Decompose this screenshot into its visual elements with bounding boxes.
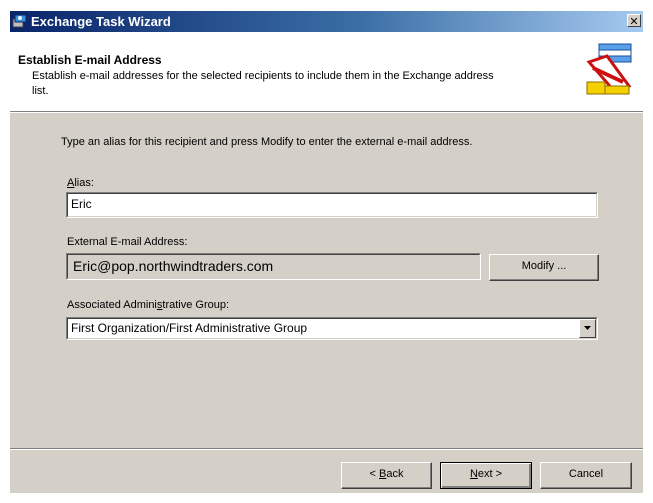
cancel-button[interactable]: Cancel: [540, 462, 632, 489]
wizard-email-icon: [586, 43, 632, 95]
admin-group-selected[interactable]: First Organization/First Administrative …: [67, 318, 597, 339]
exchange-app-icon: [12, 14, 27, 28]
external-email-label: External E-mail Address:: [67, 236, 188, 248]
page-description: Establish e-mail addresses for the selec…: [32, 70, 494, 97]
footer-divider-highlight: [10, 449, 643, 450]
wizard-window: Exchange Task Wizard ✕ Establish E-mail …: [10, 11, 643, 493]
close-button[interactable]: ✕: [627, 14, 641, 28]
alias-input[interactable]: Eric: [66, 192, 598, 218]
chevron-down-icon: [584, 326, 591, 330]
admin-group-dropdown-button[interactable]: [579, 319, 596, 338]
modify-button[interactable]: Modify ...: [489, 254, 599, 281]
alias-label: Alias:: [67, 177, 94, 189]
external-email-field: Eric@pop.northwindtraders.com: [66, 253, 481, 280]
header-divider: [10, 112, 643, 113]
window-title: Exchange Task Wizard: [31, 14, 171, 29]
wizard-header: Establish E-mail Address Establish e-mai…: [10, 32, 643, 112]
next-button[interactable]: Next >: [440, 462, 532, 489]
external-email-value: Eric@pop.northwindtraders.com: [67, 254, 480, 279]
title-bar[interactable]: Exchange Task Wizard ✕: [10, 11, 643, 32]
page-title: Establish E-mail Address: [18, 53, 162, 67]
admin-group-select[interactable]: First Organization/First Administrative …: [66, 317, 598, 340]
alias-input-value[interactable]: Eric: [67, 193, 597, 217]
instructions-text: Type an alias for this recipient and pre…: [61, 136, 473, 148]
close-icon: ✕: [629, 15, 639, 28]
back-button[interactable]: < Back: [341, 462, 432, 489]
admin-group-label: Associated Administrative Group:: [67, 299, 230, 311]
